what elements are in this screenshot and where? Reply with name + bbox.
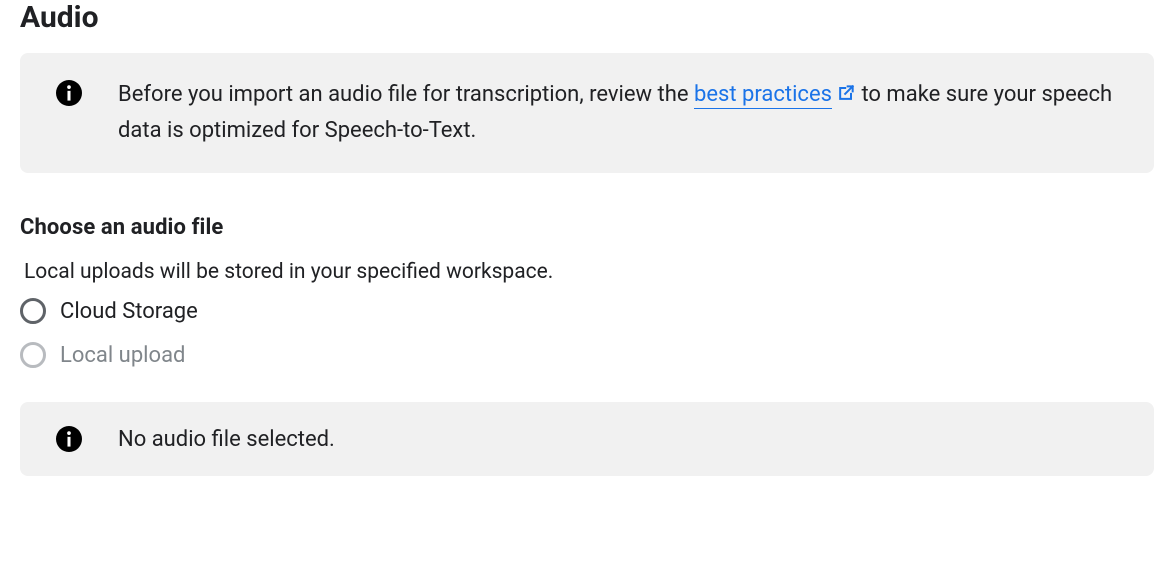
radio-label: Local upload [60,343,185,368]
radio-cloud-storage[interactable]: Cloud Storage [20,298,1154,324]
radio-icon [20,342,46,368]
choose-audio-heading: Choose an audio file [20,215,1154,240]
info-banner-text: Before you import an audio file for tran… [118,77,1118,149]
best-practices-link[interactable]: best practices [694,82,832,109]
audio-source-radio-group: Cloud Storage Local upload [20,298,1154,368]
choose-audio-hint: Local uploads will be stored in your spe… [24,260,1154,284]
radio-icon [20,298,46,324]
info-banner: Before you import an audio file for tran… [20,53,1154,173]
external-link-icon [836,83,856,103]
radio-local-upload: Local upload [20,342,1154,368]
radio-label: Cloud Storage [60,299,198,324]
info-icon [56,80,82,106]
file-status-banner: No audio file selected. [20,402,1154,476]
file-status-text: No audio file selected. [118,427,335,452]
page-title: Audio [20,0,1154,35]
info-text-before: Before you import an audio file for tran… [118,82,694,107]
info-icon [56,426,82,452]
